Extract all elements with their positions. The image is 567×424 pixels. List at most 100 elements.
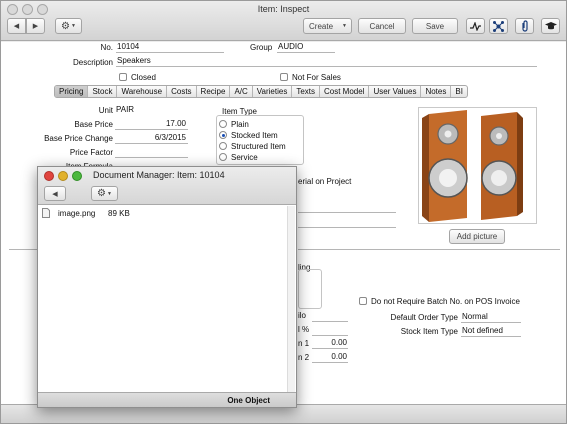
partial-group-box: [298, 269, 322, 309]
gear-icon: ⚙: [61, 20, 70, 32]
document-manager-footer: One Object: [38, 392, 296, 407]
file-size: 89 KB: [108, 209, 130, 218]
chevron-down-icon: ▼: [107, 190, 112, 197]
save-label: Save: [425, 21, 445, 31]
closed-checkbox[interactable]: [119, 73, 127, 81]
document-manager-window: Document Manager: Item: 10104 ◀ ⚙ ▼ image…: [37, 166, 297, 408]
close-window-button[interactable]: [44, 171, 54, 181]
tab-notes[interactable]: Notes: [421, 86, 452, 97]
field-underline: [298, 227, 396, 228]
graduation-cap-icon: [544, 22, 557, 30]
material-on-project-label: erial on Project: [298, 177, 352, 186]
cancel-label: Cancel: [369, 21, 395, 31]
chevron-updown-icon: ▼: [342, 23, 347, 29]
section-divider: [9, 249, 38, 250]
dm-back-button[interactable]: ◀: [44, 186, 66, 201]
item-type-stocked-radio[interactable]: [219, 131, 227, 139]
item-type-service-radio[interactable]: [219, 153, 227, 161]
description-label: Description: [72, 58, 113, 67]
ilo-label: ilo: [298, 311, 307, 320]
tab-varieties[interactable]: Varieties: [253, 86, 293, 97]
gear-icon: ⚙: [97, 188, 106, 199]
field-underline: [312, 321, 348, 322]
not-for-sales-label: Not For Sales: [292, 73, 341, 82]
chevron-down-icon: ▼: [71, 23, 76, 29]
speakers-image: [422, 110, 523, 222]
save-button[interactable]: Save: [412, 18, 458, 34]
action-menu-button[interactable]: ⚙ ▼: [55, 18, 82, 34]
tab-recipe[interactable]: Recipe: [197, 86, 231, 97]
create-button[interactable]: Create ▼: [303, 18, 352, 34]
tab-bar: Pricing Stock Warehouse Costs Recipe A/C…: [54, 85, 468, 98]
document-list-item[interactable]: image.png 89 KB: [40, 208, 280, 220]
zoom-window-button[interactable]: [72, 171, 82, 181]
help-button[interactable]: [541, 18, 560, 34]
forward-arrow-icon: ▶: [32, 23, 39, 30]
description-field[interactable]: Speakers: [116, 56, 537, 67]
n1-label: n 1: [298, 339, 310, 348]
tab-texts[interactable]: Texts: [292, 86, 320, 97]
tab-bi[interactable]: BI: [451, 86, 467, 97]
item-picture: [418, 107, 537, 224]
add-picture-label: Add picture: [456, 232, 498, 241]
base-price-label: Base Price: [74, 120, 113, 129]
field-underline: [312, 335, 348, 336]
base-price-change-field[interactable]: 6/3/2015: [115, 133, 188, 144]
item-type-group: [216, 115, 304, 165]
tab-stock[interactable]: Stock: [88, 86, 118, 97]
object-count: One Object: [227, 396, 270, 405]
tab-user-values[interactable]: User Values: [369, 86, 422, 97]
minimize-window-button[interactable]: [58, 171, 68, 181]
back-arrow-icon: ◀: [52, 190, 58, 198]
n2-field[interactable]: 0.00: [312, 352, 348, 363]
not-for-sales-checkbox[interactable]: [280, 73, 288, 81]
unit-field[interactable]: PAIR: [115, 105, 188, 116]
base-price-change-label: Base Price Change: [44, 134, 113, 143]
default-order-type-label: Default Order Type: [390, 313, 458, 322]
add-picture-button[interactable]: Add picture: [449, 229, 505, 244]
item-type-structured-label: Structured Item: [231, 142, 286, 151]
item-type-plain-radio[interactable]: [219, 120, 227, 128]
group-field[interactable]: AUDIO: [277, 42, 335, 53]
document-manager-title: Document Manager: Item: 10104: [93, 170, 225, 180]
price-factor-field[interactable]: [115, 147, 188, 158]
dm-action-menu-button[interactable]: ⚙ ▼: [91, 186, 118, 201]
stock-item-type-field[interactable]: Not defined: [461, 326, 521, 337]
item-type-service-label: Service: [231, 153, 258, 162]
tab-warehouse[interactable]: Warehouse: [117, 86, 168, 97]
file-name: image.png: [58, 209, 96, 218]
create-label: Create: [309, 21, 334, 31]
default-order-type-field[interactable]: Normal: [461, 312, 521, 323]
activity-button[interactable]: [466, 18, 485, 34]
item-type-plain-label: Plain: [231, 120, 249, 129]
no-batch-label: Do not Require Batch No. on POS Invoice: [371, 297, 520, 306]
stock-item-type-label: Stock Item Type: [400, 327, 458, 336]
forward-button[interactable]: ▶: [26, 18, 45, 34]
back-arrow-icon: ◀: [13, 23, 20, 30]
tab-cost-model[interactable]: Cost Model: [320, 86, 370, 97]
attachments-button[interactable]: [515, 18, 534, 34]
base-price-field[interactable]: 17.00: [115, 119, 188, 130]
item-type-structured-radio[interactable]: [219, 142, 227, 150]
file-icon: [42, 208, 50, 218]
n1-field[interactable]: 0.00: [312, 338, 348, 349]
n2-label: n 2: [298, 353, 310, 362]
item-type-stocked-label: Stocked Item: [231, 131, 278, 140]
no-field[interactable]: 10104: [116, 42, 224, 53]
connections-icon: [493, 20, 504, 32]
no-batch-checkbox[interactable]: [359, 297, 367, 305]
closed-label: Closed: [131, 73, 156, 82]
unit-label: Unit: [98, 106, 113, 115]
back-button[interactable]: ◀: [7, 18, 26, 34]
tab-pricing[interactable]: Pricing: [55, 86, 89, 97]
connections-button[interactable]: [489, 18, 508, 34]
document-manager-title-bar: Document Manager: Item: 10104 ◀ ⚙ ▼: [38, 167, 296, 205]
tab-ac[interactable]: A/C: [230, 86, 253, 97]
tab-costs[interactable]: Costs: [167, 86, 197, 97]
title-bar: Item: Inspect ◀ ▶ ⚙ ▼ Create ▼ Cancel Sav…: [1, 1, 566, 41]
field-underline: [298, 212, 396, 213]
cancel-button[interactable]: Cancel: [358, 18, 406, 34]
group-label: Group: [250, 43, 273, 52]
price-factor-label: Price Factor: [69, 148, 113, 157]
vertical-scrollbar[interactable]: [287, 206, 295, 392]
